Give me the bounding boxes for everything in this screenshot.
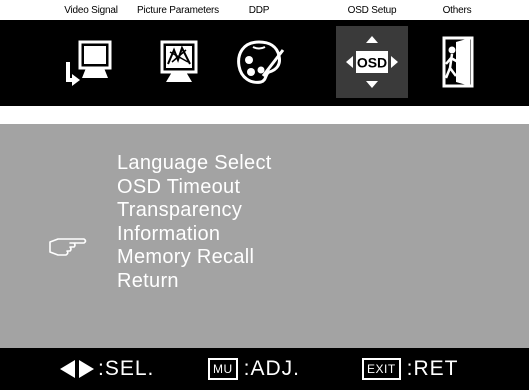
tab-label-others[interactable]: Others: [443, 5, 472, 16]
left-right-arrows-icon: [60, 360, 94, 378]
tab-label-osd-setup[interactable]: OSD Setup: [348, 5, 397, 16]
select-hint-label: :SEL.: [98, 357, 155, 380]
exit-key-icon: EXIT: [362, 358, 401, 380]
tab-label-ddp[interactable]: DDP: [249, 5, 270, 16]
menu-item-osd-timeout[interactable]: OSD Timeout: [117, 176, 272, 200]
exit-door-icon: [442, 36, 474, 88]
video-signal-icon: [66, 40, 112, 86]
tab-others[interactable]: [422, 26, 494, 98]
select-hint: :SEL.: [58, 348, 154, 390]
tab-label-picture-parameters[interactable]: Picture Parameters: [137, 5, 219, 16]
tab-ddp[interactable]: [223, 26, 295, 98]
exit-hint: EXIT :RET: [362, 348, 459, 390]
osd-setup-menu: Language Select OSD Timeout Transparency…: [0, 124, 529, 348]
tab-labels: Video Signal Picture Parameters DDP OSD …: [0, 0, 529, 22]
menu-item-return[interactable]: Return: [117, 270, 272, 294]
menu-item-memory-recall[interactable]: Memory Recall: [117, 246, 272, 270]
tab-label-video-signal[interactable]: Video Signal: [64, 5, 118, 16]
menu-item-language-select[interactable]: Language Select: [117, 152, 272, 176]
menu-list: Language Select OSD Timeout Transparency…: [117, 152, 272, 293]
palette-icon: [237, 40, 285, 84]
menu-key-icon: MU: [208, 358, 238, 380]
tab-picture-parameters[interactable]: [142, 26, 214, 98]
key-hint-bar: :SEL. MU :ADJ. EXIT :RET: [0, 348, 529, 390]
menu-item-information[interactable]: Information: [117, 223, 272, 247]
tab-video-signal[interactable]: [54, 26, 126, 98]
osd-icon-text: OSD: [357, 55, 387, 71]
icon-bar: OSD: [0, 20, 529, 106]
menu-item-transparency[interactable]: Transparency: [117, 199, 272, 223]
picture-parameters-icon: [160, 40, 198, 82]
osd-icon: OSD: [346, 36, 398, 88]
exit-hint-label: :RET: [406, 357, 459, 380]
hand-pointer-icon: [49, 238, 87, 256]
tab-osd-setup[interactable]: OSD: [336, 26, 408, 98]
adjust-hint-label: :ADJ.: [243, 357, 301, 380]
adjust-hint: MU :ADJ.: [208, 348, 300, 390]
